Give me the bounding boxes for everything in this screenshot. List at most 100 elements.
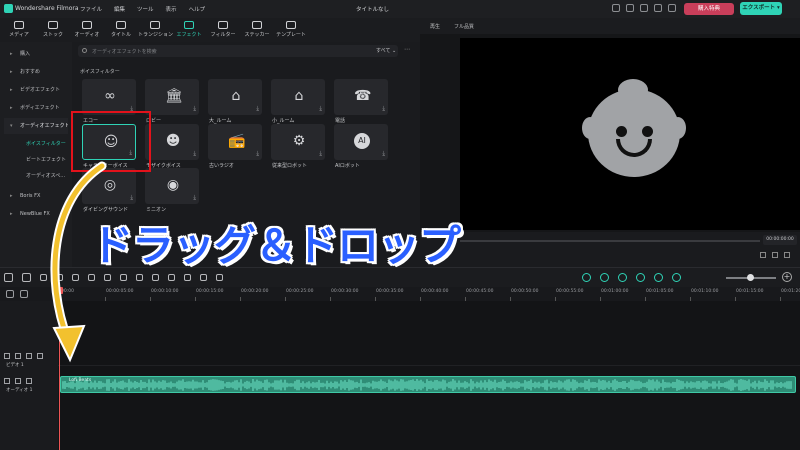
download-icon[interactable]: ⤓ (193, 105, 196, 113)
snap-icon[interactable] (672, 273, 681, 282)
shield-icon[interactable] (618, 273, 627, 282)
smile (616, 139, 652, 157)
sidebar-item[interactable]: ▸ ボディエフェクト (4, 100, 68, 116)
timeline-ruler[interactable]: 00:00 00:00:05:00 00:00:10:00 00:00:15:00 00… (0, 287, 800, 301)
speed-icon[interactable] (136, 274, 143, 281)
keyframe-icon[interactable] (200, 274, 207, 281)
effect-tile[interactable]: ⌂ ⤓ (271, 79, 325, 115)
effect-tile[interactable]: AI ⤓ (334, 124, 388, 160)
sidebar-item[interactable]: ▸ おすすめ (4, 64, 68, 80)
chevron-right-icon: ▸ (10, 87, 13, 93)
folder-icon[interactable] (15, 378, 21, 384)
speaker-icon[interactable] (26, 378, 32, 384)
sidebar-item[interactable]: ボイスフィルター (4, 136, 68, 152)
audio-track-controls (4, 378, 32, 384)
effect-tile-label: 古いラジオ (209, 163, 234, 169)
snapshot-icon[interactable] (772, 252, 778, 258)
ai-icon[interactable] (654, 273, 663, 282)
tab-filter[interactable]: フィルター (206, 20, 240, 42)
preview-scrubber[interactable] (460, 240, 760, 242)
download-icon[interactable]: ⤓ (319, 105, 322, 113)
effect-search-input[interactable]: オーディオエフェクトを検索 (78, 45, 378, 57)
sidebar-item[interactable]: ▾ オーディオエフェクト (4, 118, 68, 134)
menu-view[interactable]: 表示 (166, 5, 177, 13)
purchase-button[interactable]: 購入特典 (684, 3, 734, 15)
effect-tile[interactable]: ☻ ⤓ (145, 124, 199, 160)
download-icon[interactable]: ⤓ (382, 105, 385, 113)
tab-template[interactable]: テンプレート (274, 20, 308, 42)
menu-tools[interactable]: ツール (137, 5, 154, 13)
marker-icon[interactable] (600, 273, 609, 282)
quality-select[interactable]: フル品質 (454, 23, 474, 30)
effect-tile[interactable]: 📻 ⤓ (208, 124, 262, 160)
export-button[interactable]: エクスポート ▾ (740, 2, 782, 15)
download-icon[interactable] (626, 4, 634, 12)
tab-sticker[interactable]: ステッカー (240, 20, 274, 42)
timer-icon[interactable] (152, 274, 159, 281)
menu-edit[interactable]: 編集 (114, 5, 125, 13)
more-icon[interactable] (216, 274, 223, 281)
effect-tile[interactable]: ∞ ⤓ (82, 79, 136, 115)
waveform-path (62, 379, 792, 391)
chevron-right-icon: ▸ (10, 51, 13, 57)
monitor-icon[interactable] (612, 4, 620, 12)
ruler-tick-label: 00:01:20:00 (781, 289, 800, 294)
minion-icon: ◉ (166, 177, 180, 193)
effect-tile[interactable]: 🏛 ⤓ (145, 79, 199, 115)
ruler-tick-label: 00:00:10:00 (151, 289, 179, 294)
effect-tile[interactable]: ⌂ ⤓ (208, 79, 262, 115)
effect-tile[interactable]: ◉ ⤓ (145, 168, 199, 204)
template-icon (286, 21, 296, 29)
zoom-knob[interactable] (747, 274, 754, 281)
sidebar-item[interactable]: ▸ 購入 (4, 46, 68, 62)
settings-icon[interactable] (784, 252, 790, 258)
audio-adjust-icon[interactable] (184, 274, 191, 281)
download-icon[interactable]: ⤓ (256, 105, 259, 113)
audio-clip[interactable]: Lofi Beats (60, 376, 796, 393)
layout-icon[interactable] (4, 273, 13, 282)
headset-icon[interactable] (654, 4, 662, 12)
tab-stock[interactable]: ストック (36, 20, 70, 42)
zoom-in-icon[interactable]: + (782, 272, 792, 282)
account-icon[interactable] (668, 4, 676, 12)
fullscreen-icon[interactable] (760, 252, 766, 258)
sidebar-item-label: 購入 (20, 51, 31, 57)
add-track-icon[interactable] (6, 290, 14, 298)
tab-title[interactable]: タイトル (104, 20, 138, 42)
download-icon[interactable]: ⤓ (256, 150, 259, 158)
effect-tile-label: 電話 (335, 118, 346, 124)
tab-transition[interactable]: トランジション (138, 20, 174, 42)
tab-media[interactable]: メディア (2, 20, 36, 42)
radio-icon: 📻 (228, 133, 246, 149)
tab-effect[interactable]: エフェクト (172, 20, 206, 42)
menu-help[interactable]: ヘルプ (189, 5, 206, 13)
effect-tile[interactable]: ⚙ ⤓ (271, 124, 325, 160)
audio-icon (82, 21, 92, 29)
drag-and-drop-caption: ドラッグ＆ドロップ (91, 221, 461, 270)
tab-label: トランジション (138, 32, 174, 38)
text-icon[interactable] (120, 274, 127, 281)
folder-icon[interactable] (15, 353, 21, 359)
mask-icon: ☻ (165, 133, 181, 149)
preview-tab[interactable]: 再生 (430, 23, 440, 30)
tab-label: エフェクト (176, 32, 202, 38)
cloud-icon[interactable] (640, 4, 648, 12)
download-icon[interactable]: ⤓ (193, 194, 196, 202)
effect-filter-select[interactable]: すべて ⌄ (372, 45, 398, 57)
speaker-icon[interactable] (26, 353, 32, 359)
tab-audio[interactable]: オーディオ (70, 20, 104, 42)
render-icon[interactable] (582, 273, 591, 282)
mic-icon[interactable] (636, 273, 645, 282)
download-icon[interactable]: ⤓ (382, 150, 385, 158)
chevron-down-icon: ▾ (10, 123, 13, 129)
sidebar-item[interactable]: ▸ ビデオエフェクト (4, 82, 68, 98)
more-options-icon[interactable]: ⋯ (404, 46, 410, 53)
menu-file[interactable]: ファイル (80, 5, 102, 13)
effect-tile[interactable]: ☎ ⤓ (334, 79, 388, 115)
download-icon[interactable]: ⤓ (193, 150, 196, 158)
color-icon[interactable] (168, 274, 175, 281)
download-icon[interactable]: ⤓ (130, 194, 133, 202)
link-icon[interactable] (20, 290, 28, 298)
download-icon[interactable]: ⤓ (319, 150, 322, 158)
select-icon[interactable] (22, 273, 31, 282)
